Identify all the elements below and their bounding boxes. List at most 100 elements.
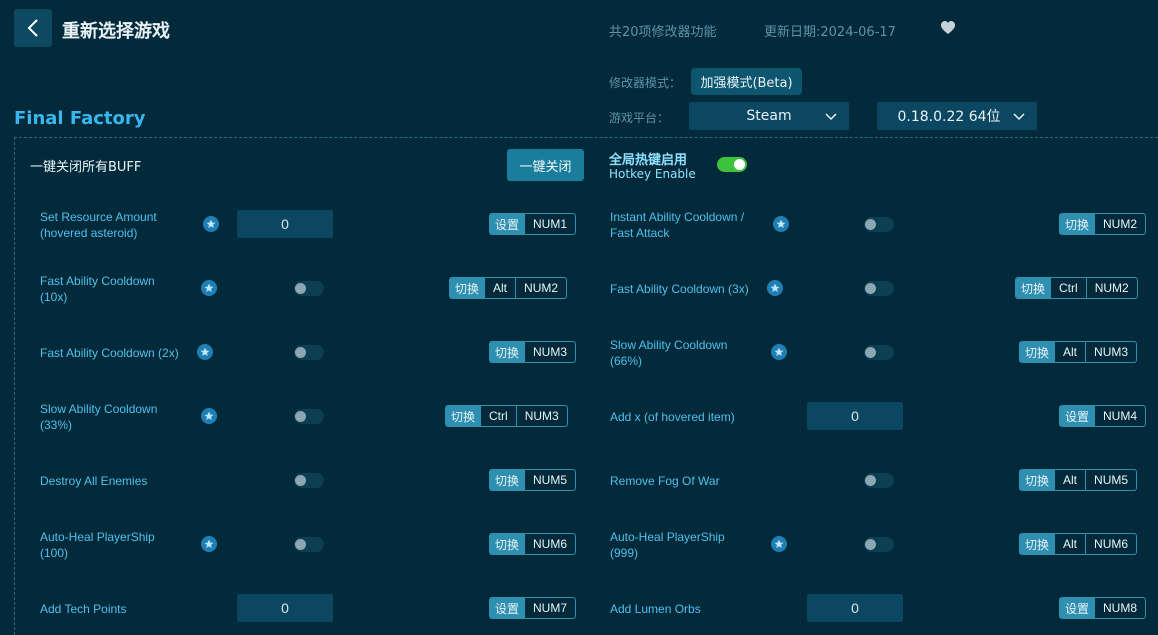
option-label-line2: (999): [610, 546, 639, 560]
option-toggle[interactable]: [294, 281, 324, 296]
amount-input[interactable]: [807, 402, 903, 430]
star-icon: [771, 344, 787, 360]
hotkey-action: 切换: [1020, 470, 1055, 490]
option-label-line2: (10x): [40, 290, 68, 304]
hotkey-key: NUM5: [524, 470, 575, 490]
hotkey-key: Ctrl: [1050, 278, 1086, 298]
hotkey-action: 切换: [1020, 342, 1055, 362]
option-toggle[interactable]: [864, 281, 894, 296]
star-icon: [771, 536, 787, 552]
option-label: Add x (of hovered item): [610, 409, 735, 425]
option-label-line1: Add x (of hovered item): [610, 410, 735, 424]
hotkey-key: NUM2: [515, 278, 566, 298]
hotkey-key: NUM3: [524, 342, 575, 362]
option-toggle[interactable]: [294, 537, 324, 552]
option-label: Add Lumen Orbs: [610, 601, 701, 617]
favorite-heart-icon[interactable]: [940, 20, 956, 39]
chevron-down-icon: [1013, 113, 1025, 121]
hotkey-action: 切换: [490, 342, 525, 362]
hotkey-key: NUM5: [1085, 470, 1136, 490]
chevron-down-icon: [825, 113, 837, 121]
option-label-line2: (hovered asteroid): [40, 226, 138, 240]
hotkey-key: NUM8: [1094, 598, 1145, 618]
version-select[interactable]: 0.18.0.22 64位: [877, 102, 1037, 130]
star-icon: [201, 280, 217, 296]
hotkey-group[interactable]: 切换 Alt NUM5: [1019, 469, 1138, 491]
hotkey-group[interactable]: 切换 Ctrl NUM2: [1015, 277, 1138, 299]
mode-button[interactable]: 加强模式(Beta): [691, 68, 802, 95]
star-icon: [197, 344, 213, 360]
star-icon: [767, 280, 783, 296]
option-label: Remove Fog Of War: [610, 473, 720, 489]
option-toggle[interactable]: [864, 473, 894, 488]
hotkey-key: NUM3: [1085, 342, 1136, 362]
hotkey-key: Alt: [484, 278, 515, 298]
option-toggle[interactable]: [294, 345, 324, 360]
close-all-button[interactable]: 一键关闭: [507, 149, 584, 181]
option-label: Fast Ability Cooldown (10x): [40, 273, 155, 305]
hotkey-group[interactable]: 设置 NUM7: [489, 597, 577, 619]
hotkey-action: 设置: [490, 598, 525, 618]
hotkey-key: Alt: [1054, 342, 1085, 362]
hotkey-group[interactable]: 切换 NUM6: [489, 533, 577, 555]
option-label: Slow Ability Cooldown (33%): [40, 401, 157, 433]
options-panel: [14, 137, 1158, 635]
hotkey-action: 切换: [1016, 278, 1051, 298]
amount-input[interactable]: [237, 210, 333, 238]
hotkey-group[interactable]: 切换 NUM3: [489, 341, 577, 363]
hotkey-action: 切换: [490, 470, 525, 490]
option-label-line1: Auto-Heal PlayerShip: [610, 530, 725, 544]
option-label-line2: (100): [40, 546, 69, 560]
update-date: 更新日期:2024-06-17: [764, 25, 896, 40]
hotkey-key: NUM6: [1085, 534, 1136, 554]
option-label-line1: Fast Ability Cooldown: [40, 274, 155, 288]
page-title: 重新选择游戏: [62, 21, 170, 42]
option-toggle[interactable]: [864, 537, 894, 552]
hotkey-key: NUM3: [515, 406, 567, 426]
hotkey-action: 设置: [490, 214, 525, 234]
hotkey-group[interactable]: 切换 NUM5: [489, 469, 577, 491]
option-label: Destroy All Enemies: [40, 473, 147, 489]
hotkey-group[interactable]: 设置 NUM1: [489, 213, 577, 235]
option-label-line1: Slow Ability Cooldown: [40, 402, 158, 416]
amount-input[interactable]: [807, 594, 903, 622]
hotkey-action: 切换: [1060, 214, 1095, 234]
chevron-left-icon: [27, 19, 38, 37]
hotkey-group[interactable]: 设置 NUM8: [1059, 597, 1147, 619]
back-button[interactable]: [14, 9, 52, 47]
option-toggle[interactable]: [294, 473, 324, 488]
option-label-line1: Set Resource Amount: [40, 210, 157, 224]
platform-select[interactable]: Steam: [689, 102, 849, 130]
platform-label: 游戏平台：: [609, 111, 670, 125]
option-label-line1: Slow Ability Cooldown: [610, 338, 728, 352]
amount-input[interactable]: [237, 594, 333, 622]
option-toggle[interactable]: [864, 345, 894, 360]
option-toggle[interactable]: [294, 409, 324, 424]
game-title: Final Factory: [14, 108, 146, 129]
option-label-line1: Instant Ability Cooldown /: [610, 210, 745, 224]
hotkey-group[interactable]: 切换 Alt NUM6: [1019, 533, 1138, 555]
option-label-line1: Auto-Heal PlayerShip: [40, 530, 155, 544]
option-label-line1: Add Tech Points: [40, 602, 127, 616]
hotkey-group[interactable]: 设置 NUM4: [1059, 405, 1147, 427]
option-toggle[interactable]: [864, 217, 894, 232]
hotkey-enable-toggle[interactable]: [717, 157, 747, 172]
hotkey-group[interactable]: 切换 Ctrl NUM3: [445, 405, 568, 427]
option-label-line1: Add Lumen Orbs: [610, 602, 701, 616]
hotkey-subtitle: Hotkey Enable: [609, 167, 696, 181]
buff-label: 一键关闭所有BUFF: [30, 160, 142, 175]
option-label: Set Resource Amount (hovered asteroid): [40, 209, 157, 241]
hotkey-action: 切换: [1020, 534, 1055, 554]
hotkey-group[interactable]: 切换 NUM2: [1059, 213, 1147, 235]
star-icon: [773, 216, 789, 232]
hotkey-title: 全局热键启用: [609, 153, 688, 168]
hotkey-action: 切换: [490, 534, 525, 554]
option-label-line2: (33%): [40, 418, 73, 432]
option-label: Auto-Heal PlayerShip (999): [610, 529, 725, 561]
hotkey-group[interactable]: 切换 Alt NUM2: [449, 277, 568, 299]
hotkey-group[interactable]: 切换 Alt NUM3: [1019, 341, 1138, 363]
hotkey-key: Alt: [1054, 534, 1085, 554]
hotkey-key: NUM2: [1094, 214, 1145, 234]
hotkey-action: 设置: [1060, 406, 1095, 426]
hotkey-key: NUM2: [1085, 278, 1137, 298]
